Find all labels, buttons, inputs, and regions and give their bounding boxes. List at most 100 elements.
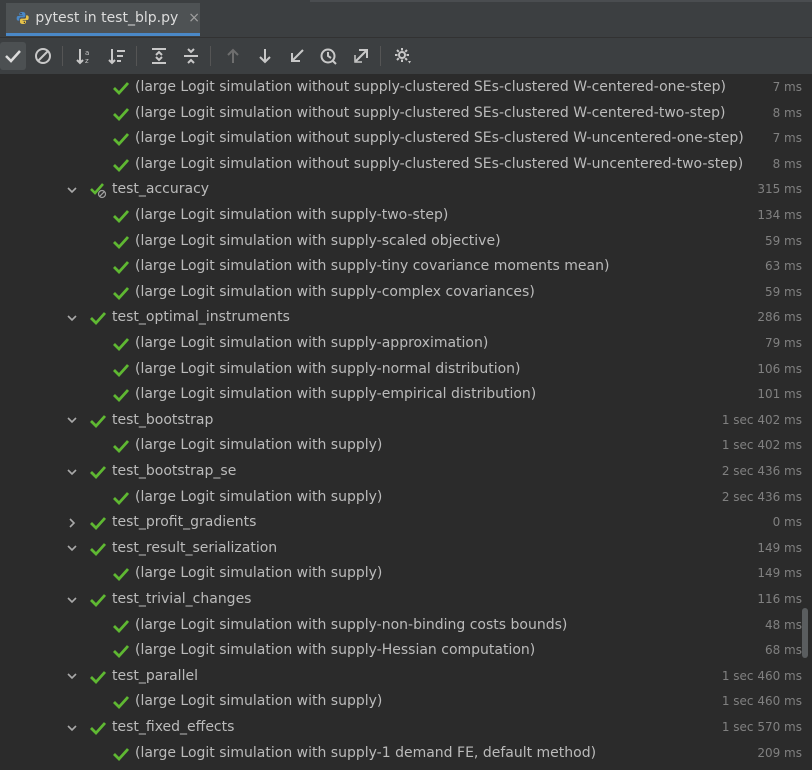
test-case-row[interactable]: (large Logit simulation with supply-norm… [0,357,812,382]
test-suite-row[interactable]: test_fixed_effects 1 sec 570 ms [0,715,812,740]
chevron-down-icon[interactable] [65,408,79,433]
test-case-row[interactable]: (large Logit simulation with supply-two-… [0,203,812,228]
test-results-tree: (large Logit simulation without supply-c… [0,75,812,770]
test-duration: 286 ms [757,310,802,325]
test-suite-row[interactable]: test_bootstrap 1 sec 402 ms [0,408,812,433]
collapse-all-icon [184,48,198,64]
test-case-row[interactable]: (large Logit simulation with supply-1 de… [0,741,812,766]
test-case-row[interactable]: (large Logit simulation without supply-c… [0,75,812,100]
passed-check-icon [112,361,130,379]
test-suite-row[interactable]: test_trivial_changes 116 ms [0,587,812,612]
close-icon[interactable]: × [188,10,200,26]
test-case-row[interactable]: (large Logit simulation without supply-c… [0,101,812,126]
test-duration: 68 ms [764,643,802,658]
test-duration: 116 ms [757,592,802,606]
passed-check-icon [112,617,130,635]
passed-check-icon [112,693,130,711]
sort-alphabetically-button[interactable]: az [72,42,98,70]
sort-duration-icon [108,49,125,65]
test-duration: 2 sec 436 ms [721,489,802,504]
test-name: (large Logit simulation with supply) [135,565,383,582]
test-name: test_bootstrap [112,411,214,428]
previous-failed-button[interactable] [220,42,246,70]
toolbar-separator [210,46,211,66]
test-case-row[interactable]: (large Logit simulation with supply-appr… [0,331,812,356]
test-case-row[interactable]: (large Logit simulation without supply-c… [0,152,812,177]
passed-check-icon [112,105,130,123]
chevron-down-icon[interactable] [65,459,79,484]
passed-check-icon [112,335,130,353]
test-name: test_optimal_instruments [112,309,290,326]
passed-check-icon [89,719,107,737]
export-results-button[interactable] [348,42,374,70]
svg-text:a: a [85,49,89,57]
test-case-row[interactable]: (large Logit simulation with supply-scal… [0,229,812,254]
test-duration: 106 ms [757,361,802,376]
test-duration: 315 ms [757,182,802,197]
toolbar-separator [62,46,63,66]
test-suite-row[interactable]: test_parallel 1 sec 460 ms [0,664,812,689]
test-case-row[interactable]: (large Logit simulation without supply-c… [0,126,812,151]
chevron-down-icon[interactable] [65,664,79,689]
passed-check-icon [89,591,107,609]
test-duration: 134 ms [757,208,802,222]
test-name: test_accuracy [112,181,210,198]
test-case-row[interactable]: (large Logit simulation with supply-Hess… [0,638,812,663]
collapse-all-button[interactable] [178,42,204,70]
chevron-down-icon[interactable] [65,536,79,561]
chevron-down-icon[interactable] [65,177,79,202]
test-suite-row[interactable]: test_profit_gradients 0 ms [0,510,812,535]
test-case-row[interactable]: (large Logit simulation with supply) 2 se… [0,485,812,510]
passed-check-icon [112,156,130,174]
test-suite-row[interactable]: test_accuracy 315 ms [0,177,812,202]
test-case-row[interactable]: (large Logit simulation with supply) 1 se… [0,689,812,714]
chevron-right-icon[interactable] [65,510,79,535]
test-duration: 2 sec 436 ms [721,464,802,478]
test-name: (large Logit simulation with supply-comp… [135,283,535,300]
test-case-row[interactable]: (large Logit simulation with supply-comp… [0,280,812,305]
import-tests-button[interactable] [284,42,310,70]
passed-with-ignored-icon [89,181,107,199]
test-case-row[interactable]: (large Logit simulation with supply-non-… [0,613,812,638]
show-ignored-button[interactable] [30,42,56,70]
test-name: (large Logit simulation with supply-norm… [135,360,521,377]
test-name: test_result_serialization [112,539,278,556]
tab-pytest-run[interactable]: pytest in test_blp.py × [6,3,200,36]
test-case-row[interactable]: (large Logit simulation with supply) 149 … [0,561,812,586]
check-icon [5,50,21,63]
passed-check-icon [89,540,107,558]
test-suite-row[interactable]: test_result_serialization 149 ms [0,536,812,561]
test-name: (large Logit simulation with supply-empi… [135,386,537,403]
test-name: (large Logit simulation with supply-two-… [135,207,449,223]
test-case-row[interactable]: (large Logit simulation with supply-tiny… [0,254,812,279]
test-duration: 63 ms [764,259,802,274]
test-name: test_profit_gradients [112,514,257,531]
test-duration: 48 ms [764,617,802,632]
passed-check-icon [112,130,130,148]
test-history-button[interactable] [316,42,342,70]
test-duration: 149 ms [757,540,802,555]
passed-check-icon [112,79,130,97]
test-name: (large Logit simulation with supply-appr… [135,335,489,351]
test-suite-row[interactable]: test_optimal_instruments 286 ms [0,305,812,330]
chevron-down-icon[interactable] [65,305,79,330]
test-suite-row[interactable]: test_bootstrap_se 2 sec 436 ms [0,459,812,484]
history-icon [320,48,337,65]
chevron-down-icon[interactable] [65,715,79,740]
next-failed-button[interactable] [252,42,278,70]
test-name: test_fixed_effects [112,719,235,735]
expand-all-button[interactable] [146,42,172,70]
test-case-row[interactable]: (large Logit simulation with supply) 1 se… [0,433,812,458]
test-duration: 101 ms [757,387,802,402]
chevron-down-icon[interactable] [65,587,79,612]
test-name: (large Logit simulation without supply-c… [135,155,744,172]
test-runner-toolbar: az [0,38,812,75]
test-name: (large Logit simulation with supply-non-… [135,616,568,633]
passed-check-icon [112,233,130,251]
test-case-row[interactable]: (large Logit simulation with supply-empi… [0,382,812,407]
python-icon [16,11,29,25]
show-passed-button[interactable] [0,42,26,70]
settings-button[interactable] [390,42,416,70]
sort-by-duration-button[interactable] [104,42,130,70]
vertical-scrollbar[interactable] [802,608,808,658]
